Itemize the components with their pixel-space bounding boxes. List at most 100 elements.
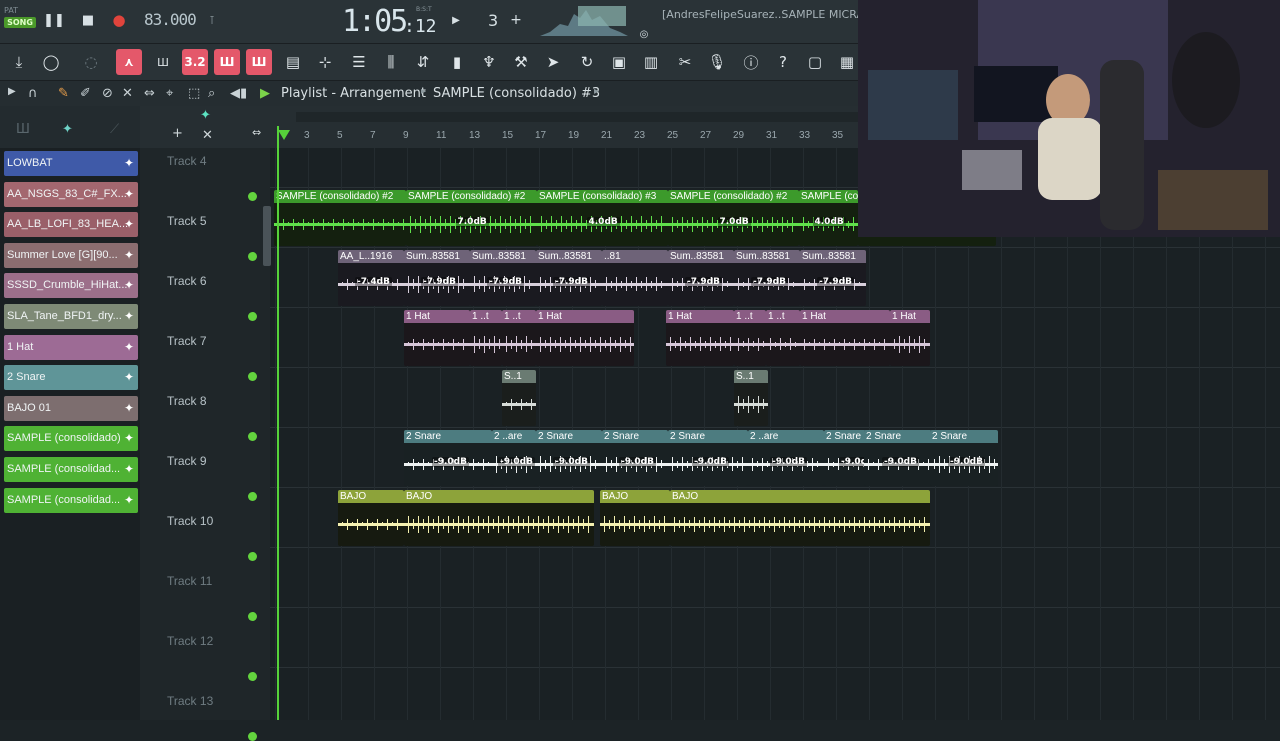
track-enable-led[interactable]: [248, 252, 257, 261]
track-name[interactable]: Track 11: [167, 574, 212, 588]
track-enable-led[interactable]: [248, 492, 257, 501]
automation-icon[interactable]: ⟋: [110, 122, 119, 137]
select-icon[interactable]: ⬚: [188, 86, 200, 101]
track-name[interactable]: Track 5: [167, 214, 207, 228]
wave-tool-icon[interactable]: ✦: [200, 108, 211, 123]
brush-icon[interactable]: ✐: [80, 86, 91, 101]
channel-1[interactable]: AA_NSGS_83_C#_FX... ✦: [4, 181, 138, 207]
channel-4[interactable]: SSSD_Crumble_HiHat... ✦: [4, 273, 138, 299]
channel-7[interactable]: 2 Snare ✦: [4, 365, 138, 391]
channel-2[interactable]: AA_LB_LOFI_83_HEA... ✦: [4, 212, 138, 238]
t10-clip[interactable]: BAJO: [670, 490, 930, 546]
playhead-line[interactable]: [277, 126, 279, 720]
piano-icon[interactable]: Ш: [16, 122, 30, 137]
track-name[interactable]: Track 12: [167, 634, 213, 648]
close-icon[interactable]: ✕: [202, 128, 213, 143]
track-name[interactable]: Track 9: [167, 454, 207, 468]
t8-clip[interactable]: S..1: [502, 370, 536, 426]
save-icon[interactable]: ▣: [606, 49, 632, 75]
record-icon[interactable]: ●: [111, 11, 127, 29]
play-arrow-icon[interactable]: ▶: [8, 86, 16, 97]
t6-clip[interactable]: ..81: [602, 250, 668, 306]
t7-clip[interactable]: 1 Hat: [536, 310, 634, 366]
playback-icon[interactable]: ◀▮: [230, 86, 247, 101]
pencil-icon[interactable]: ✎: [58, 86, 69, 101]
t10-clip[interactable]: BAJO: [404, 490, 594, 546]
song-label[interactable]: SONG: [4, 17, 36, 28]
t10-clip[interactable]: BAJO: [338, 490, 404, 546]
track-name[interactable]: Track 10: [167, 514, 213, 528]
refresh-icon[interactable]: ↻: [574, 49, 600, 75]
grid-icon[interactable]: ▦: [834, 49, 860, 75]
metronome-toggle-icon[interactable]: Ш: [150, 49, 176, 75]
t9-clip[interactable]: 2 Snare -9.0dB: [536, 430, 602, 486]
channel-5[interactable]: SLA_Tane_BFD1_dry... ✦: [4, 304, 138, 329]
t6-clip[interactable]: Sum..83581 -7.9dB: [536, 250, 602, 306]
t5-clip[interactable]: SAMPLE (consolidado) #2: [274, 190, 406, 246]
track-enable-led[interactable]: [248, 612, 257, 621]
track-lane[interactable]: [270, 668, 1280, 720]
track-lane[interactable]: [270, 548, 1280, 608]
countdown-icon[interactable]: 3.2: [182, 49, 208, 75]
slice-icon[interactable]: ⌖: [166, 86, 173, 101]
t7-clip[interactable]: 1 Hat: [890, 310, 930, 366]
channel-0[interactable]: LOWBAT ✦: [4, 151, 138, 176]
t9-clip[interactable]: 2 Snare -9.0dB: [930, 430, 998, 486]
t5-clip[interactable]: SAMPLE (consolidado) #2 7.0dB: [668, 190, 799, 246]
sync-icon[interactable]: ◎: [636, 26, 652, 42]
t5-clip[interactable]: SAMPLE (consolidado) #3 4.0dB: [537, 190, 668, 246]
t6-clip[interactable]: Sum..83581 -7.9dB: [668, 250, 734, 306]
snap-icon[interactable]: ⊹: [312, 49, 338, 75]
track-enable-led[interactable]: [248, 552, 257, 561]
channel-rack-icon[interactable]: ⇵: [410, 49, 436, 75]
cut-icon[interactable]: ✂: [672, 49, 698, 75]
track-enable-led[interactable]: [248, 732, 257, 741]
delete-icon[interactable]: ⊘: [102, 86, 113, 101]
t9-clip[interactable]: 2 ..are -9.0dB: [492, 430, 536, 486]
t9-clip[interactable]: 2 Snare -9.0dB: [602, 430, 668, 486]
playlist-icon[interactable]: ☰: [346, 49, 372, 75]
t9-clip[interactable]: 2 Snare -9.0dB: [668, 430, 748, 486]
t6-clip[interactable]: Sum..83581 -7.9dB: [404, 250, 470, 306]
microphone-icon[interactable]: 🎙: [704, 49, 730, 75]
t5-clip[interactable]: SAMPLE (consolidado) #2 7.0dB: [406, 190, 537, 246]
track-enable-led[interactable]: [248, 432, 257, 441]
step-edit-icon[interactable]: Ш: [214, 49, 240, 75]
channel-8[interactable]: BAJO 01 ✦: [4, 395, 138, 421]
mute-icon[interactable]: ✕: [122, 86, 133, 101]
pat-label[interactable]: PAT: [4, 6, 18, 15]
t9-clip[interactable]: 2 ..are -9.0dB: [748, 430, 824, 486]
metronome-icon[interactable]: ⊺: [204, 12, 220, 28]
slip-icon[interactable]: ⇔: [144, 86, 155, 101]
render-icon[interactable]: ▥: [638, 49, 664, 75]
t9-clip[interactable]: 2 Snare -9.0dB: [864, 430, 932, 486]
mixer-icon[interactable]: ⫼: [378, 49, 404, 75]
channel-6[interactable]: 1 Hat ✦: [4, 334, 138, 360]
playlist-arrow-icon[interactable]: ▶: [260, 86, 270, 101]
fit-icon[interactable]: ⇔: [252, 126, 261, 139]
horizontal-scrollbar[interactable]: [296, 112, 860, 122]
t7-clip[interactable]: 1 Hat: [666, 310, 734, 366]
t9-clip[interactable]: 2 Snare -9.0dB: [404, 430, 492, 486]
t7-clip[interactable]: 1 Hat: [404, 310, 470, 366]
t6-clip[interactable]: Sum..83581 -7.9dB: [470, 250, 536, 306]
tempo-display[interactable]: 83.000: [144, 10, 197, 29]
piano-roll-icon[interactable]: ▮: [444, 49, 470, 75]
pattern-menu-icon[interactable]: ▸: [594, 86, 599, 97]
pause-icon[interactable]: ❚❚: [43, 12, 65, 28]
track-name[interactable]: Track 4: [167, 154, 207, 168]
track-lane[interactable]: [270, 368, 1280, 428]
playhead-marker[interactable]: [278, 130, 290, 140]
plugin-icon[interactable]: ♆: [476, 49, 502, 75]
stop-icon[interactable]: ■: [80, 12, 96, 28]
zoom-icon[interactable]: ⌕: [208, 86, 215, 101]
pat-song-switch[interactable]: PAT SONG: [4, 6, 36, 28]
track-enable-led[interactable]: [248, 312, 257, 321]
typing-keyboard-icon[interactable]: ⋏: [116, 49, 142, 75]
t5-clip[interactable]: SAMPLE (co 4.0dB: [799, 190, 858, 246]
loop-record-icon[interactable]: Ш: [246, 49, 272, 75]
timeline-ruler[interactable]: + ✕ ✦ ⇔ 3 5 7 9 11 13 15 17 19 21 23 25 27 29 31 33 35: [140, 106, 860, 148]
add-pattern-icon[interactable]: +: [508, 12, 524, 28]
channel-9[interactable]: SAMPLE (consolidado) ✦: [4, 426, 138, 452]
t7-clip[interactable]: 1 ..t: [470, 310, 502, 366]
